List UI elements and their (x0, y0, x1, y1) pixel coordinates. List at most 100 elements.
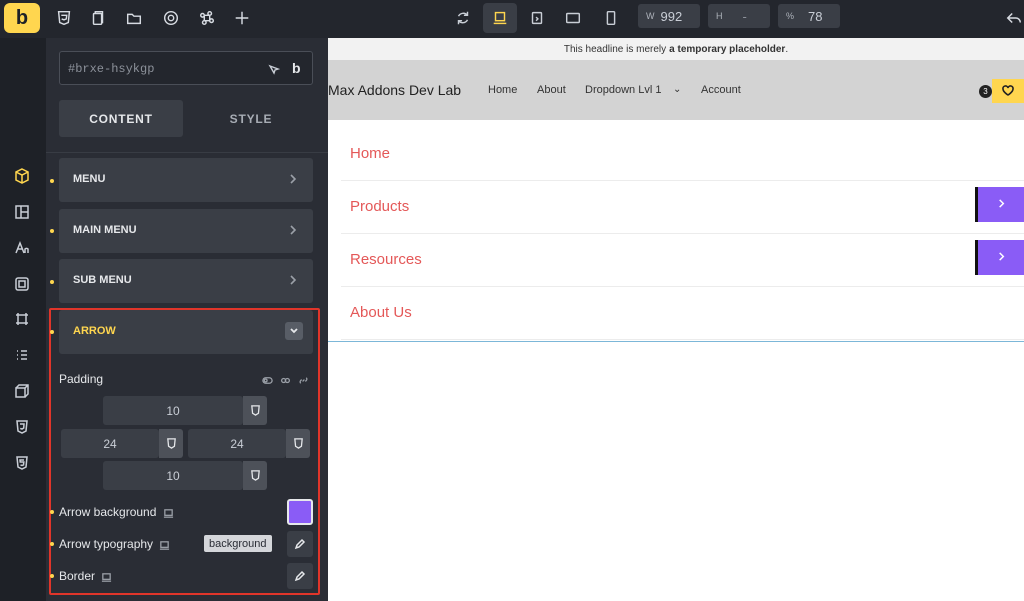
notice-bold-text: a temporary placeholder (669, 43, 786, 55)
elements-cube-icon[interactable] (12, 166, 32, 186)
toggle-icon[interactable] (262, 373, 273, 391)
accordion-label: MENU (73, 173, 106, 185)
heart-icon[interactable] (992, 79, 1024, 103)
accordion-label: SUB MENU (73, 274, 132, 286)
nav-link-dropdown[interactable]: Dropdown Lvl 1 (585, 84, 661, 96)
add-icon[interactable] (228, 4, 256, 32)
site-title[interactable]: Max Addons Dev Lab (328, 82, 461, 98)
padding-right-input[interactable]: 24 (188, 429, 286, 458)
accordion-arrow[interactable]: ARROW (59, 310, 313, 354)
chevron-right-icon (287, 274, 299, 289)
height-field[interactable]: H - (708, 4, 770, 28)
tablet-landscape-icon[interactable] (556, 3, 590, 33)
undo-icon[interactable] (1000, 4, 1024, 32)
top-notice-bar: This headline is merely a temporary plac… (328, 38, 1024, 60)
top-toolbar: b W 992 H - % 78 (0, 0, 1024, 38)
refresh-icon[interactable] (446, 3, 480, 33)
submenu-arrow-button[interactable] (975, 240, 1024, 275)
bricks-logo-button[interactable]: b (4, 3, 40, 33)
link-icon[interactable] (280, 373, 291, 391)
edit-pencil-icon[interactable] (287, 531, 313, 557)
element-settings-panel: #brxe-hsykgp b CONTENT STYLE MENU MAIN M… (46, 38, 328, 601)
pages-icon[interactable] (84, 4, 112, 32)
modified-dot (50, 574, 54, 578)
bricks-class-icon[interactable]: b (292, 60, 301, 76)
modified-dot (50, 510, 54, 514)
tab-content[interactable]: CONTENT (59, 100, 183, 137)
border-label: Border (59, 569, 96, 583)
padding-bottom-input[interactable]: 10 (103, 461, 243, 490)
tooltip: background (204, 535, 272, 552)
box-3d-icon[interactable] (12, 381, 32, 401)
padding-label: Padding (59, 372, 104, 386)
zoom-field[interactable]: % 78 (778, 4, 840, 28)
menu-item-about-us[interactable]: About Us (341, 287, 1024, 340)
modified-dot (50, 229, 54, 233)
css3-icon[interactable] (12, 417, 32, 437)
css-selector-field[interactable]: #brxe-hsykgp b (59, 51, 313, 85)
selector-text: #brxe-hsykgp (68, 62, 155, 76)
element-outline (328, 341, 1024, 342)
accordion-menu[interactable]: MENU (59, 158, 313, 202)
css3-unit-icon[interactable] (286, 429, 310, 458)
command-icon[interactable] (193, 4, 221, 32)
nav-link-about[interactable]: About (537, 84, 566, 96)
accordion-main-menu[interactable]: MAIN MENU (59, 209, 313, 253)
menu-item-label[interactable]: Resources (350, 251, 422, 268)
notice-suffix: . (785, 43, 789, 55)
notice-text: This headline is merely (563, 43, 667, 55)
chevron-down-icon[interactable] (285, 322, 303, 340)
height-value: - (742, 8, 747, 24)
arrow-background-color-swatch[interactable] (287, 499, 313, 525)
menu-item-label[interactable]: About Us (350, 304, 412, 321)
arrow-typography-label: Arrow typography (59, 537, 154, 551)
spacing-icon[interactable] (12, 274, 32, 294)
desktop-breakpoint-button[interactable] (483, 3, 517, 33)
modified-dot (50, 280, 54, 284)
typography-icon[interactable] (12, 238, 32, 258)
grid-dots-icon[interactable] (12, 345, 32, 365)
height-label: H (716, 11, 723, 21)
html5-icon[interactable] (12, 453, 32, 473)
accordion-label: ARROW (73, 325, 116, 337)
width-value: 992 (660, 8, 683, 24)
zoom-value: 78 (808, 8, 823, 24)
tab-style[interactable]: STYLE (189, 100, 313, 137)
panel-divider (46, 152, 328, 153)
cursor-pointer-icon[interactable] (268, 63, 281, 81)
chevron-right-icon (287, 173, 299, 188)
laptop-rotate-icon[interactable] (520, 3, 554, 33)
link-chain-icon[interactable] (298, 373, 309, 391)
padding-left-input[interactable]: 24 (61, 429, 159, 458)
nav-link-home[interactable]: Home (488, 84, 517, 96)
modified-dot (50, 330, 54, 334)
menu-item-home[interactable]: Home (341, 128, 1024, 181)
css3-unit-icon[interactable] (243, 461, 267, 490)
css3-icon[interactable] (50, 4, 78, 32)
css3-unit-icon[interactable] (243, 396, 267, 425)
layout-icon[interactable] (12, 202, 32, 222)
canvas-preview: This headline is merely a temporary plac… (328, 38, 1024, 601)
menu-item-products[interactable]: Products (341, 181, 1024, 234)
frame-icon[interactable] (12, 309, 32, 329)
edit-pencil-icon[interactable] (287, 563, 313, 589)
left-icon-sidebar (0, 38, 44, 601)
menu-item-label[interactable]: Home (350, 145, 390, 162)
modified-dot (50, 179, 54, 183)
folder-icon[interactable] (120, 4, 148, 32)
submenu-arrow-button[interactable] (975, 187, 1024, 222)
width-field[interactable]: W 992 (638, 4, 700, 28)
desktop-icon (101, 570, 112, 588)
padding-top-input[interactable]: 10 (103, 396, 243, 425)
menu-item-label[interactable]: Products (350, 198, 409, 215)
zoom-label: % (786, 11, 795, 21)
mobile-icon[interactable] (594, 3, 628, 33)
gear-icon[interactable] (157, 4, 185, 32)
chevron-down-icon[interactable]: ⌄ (673, 84, 681, 95)
accordion-sub-menu[interactable]: SUB MENU (59, 259, 313, 303)
menu-item-resources[interactable]: Resources (341, 234, 1024, 287)
nav-link-account[interactable]: Account (701, 84, 741, 96)
cart-count-badge: 3 (979, 85, 992, 98)
css3-unit-icon[interactable] (159, 429, 183, 458)
desktop-icon (163, 506, 174, 524)
